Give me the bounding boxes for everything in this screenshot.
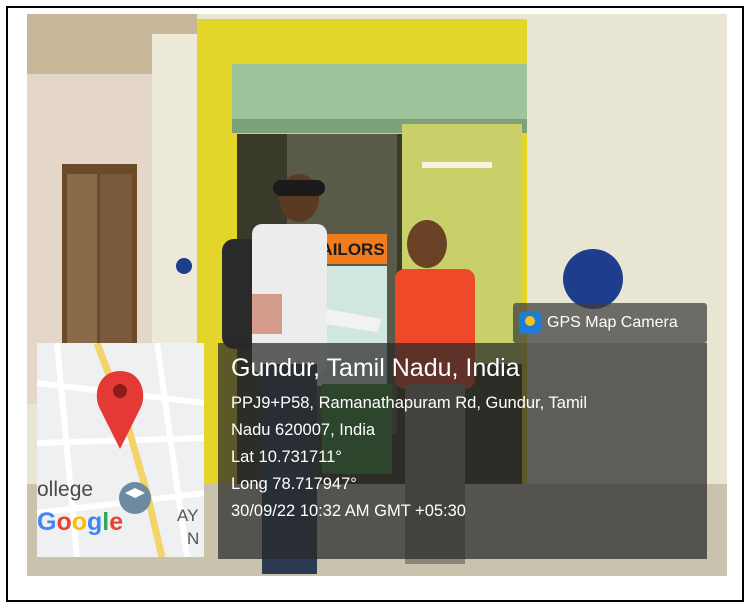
map-label-college: ollege — [37, 478, 94, 501]
latitude: Lat 10.731711° — [231, 448, 342, 466]
map-label-edge-1: AY — [177, 506, 199, 525]
gps-map-camera-tag: GPS Map Camera — [513, 303, 707, 343]
address-line-2: Nadu 620007, India — [231, 421, 376, 439]
google-letter: g — [87, 508, 103, 536]
gps-map-camera-label: GPS Map Camera — [547, 314, 678, 331]
longitude: Long 78.717947° — [231, 475, 357, 493]
google-letter: G — [37, 508, 57, 536]
google-logo: Google — [37, 508, 123, 537]
google-letter: l — [102, 508, 110, 536]
map-thumbnail[interactable]: ollege AY N Google — [37, 343, 204, 557]
google-letter: o — [71, 508, 88, 536]
google-letter: o — [56, 508, 72, 536]
google-letter: e — [109, 508, 124, 536]
datetime: 30/09/22 10:32 AM GMT +05:30 — [231, 502, 466, 520]
location-info-panel: Gundur, Tamil Nadu, India PPJ9+P58, Rama… — [218, 343, 707, 559]
address-line-1: PPJ9+P58, Ramanathapuram Rd, Gundur, Tam… — [231, 394, 588, 412]
location-title: Gundur, Tamil Nadu, India — [231, 354, 520, 382]
gps-map-camera-icon — [519, 312, 541, 334]
map-label-edge-2: N — [187, 529, 200, 548]
